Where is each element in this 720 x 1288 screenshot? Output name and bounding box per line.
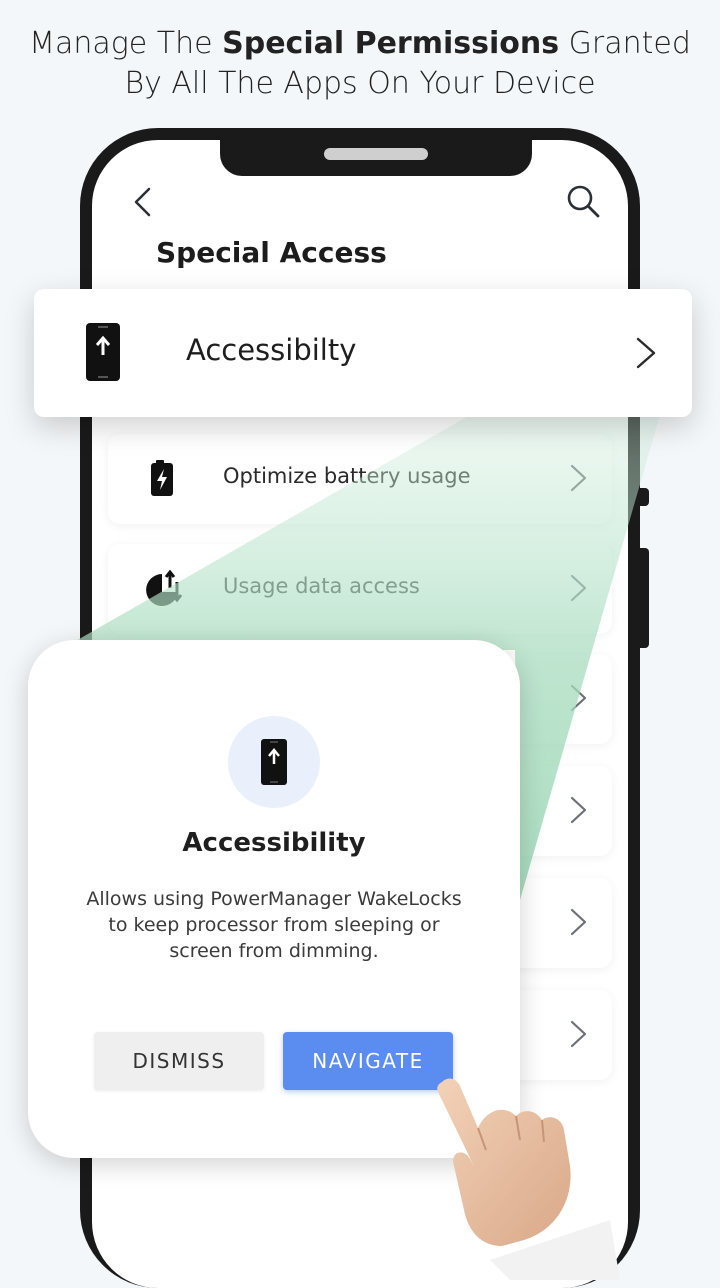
chevron-right-icon bbox=[570, 574, 587, 602]
phone-notch bbox=[220, 140, 532, 176]
list-item-optimize-battery[interactable]: Optimize battery usage bbox=[108, 434, 612, 524]
chevron-right-icon bbox=[570, 796, 587, 824]
pointing-hand-illustration bbox=[437, 1078, 620, 1280]
usage-data-icon bbox=[146, 569, 182, 606]
page-title: Special Access bbox=[156, 236, 387, 269]
speaker bbox=[324, 148, 428, 160]
headline-bold: Special Permissions bbox=[222, 26, 560, 61]
chevron-right-icon bbox=[570, 908, 587, 936]
chevron-right-icon bbox=[636, 337, 656, 369]
chevron-right-icon bbox=[570, 1020, 587, 1048]
dismiss-button[interactable]: DISMISS bbox=[94, 1032, 264, 1090]
list-item-label: Optimize battery usage bbox=[223, 464, 471, 488]
list-item-usage-data[interactable]: Usage data access bbox=[108, 544, 612, 634]
headline: Manage The Special Permissions Granted B… bbox=[0, 24, 720, 104]
chevron-right-icon bbox=[570, 464, 587, 492]
search-icon[interactable] bbox=[566, 184, 600, 218]
dialog-title: Accessibility bbox=[182, 828, 366, 858]
dialog-icon-badge bbox=[228, 716, 320, 808]
highlighted-list-item[interactable]: Accessibilty bbox=[34, 289, 692, 417]
highlighted-item-label: Accessibilty bbox=[186, 333, 357, 367]
phone-upload-icon bbox=[86, 323, 120, 381]
list-item-label: Usage data access bbox=[223, 574, 420, 598]
back-arrow-icon[interactable] bbox=[128, 186, 160, 218]
headline-line-1: Manage The Special Permissions Granted bbox=[29, 26, 691, 61]
phone-upload-icon bbox=[261, 739, 287, 785]
phone-side-button bbox=[639, 488, 649, 506]
dialog-description: Allows using PowerManager WakeLocks to k… bbox=[86, 888, 462, 962]
battery-icon bbox=[151, 460, 173, 496]
chevron-right-icon bbox=[570, 684, 587, 712]
headline-line-2: By All The Apps On Your Device bbox=[124, 66, 596, 101]
phone-side-button bbox=[639, 548, 649, 648]
